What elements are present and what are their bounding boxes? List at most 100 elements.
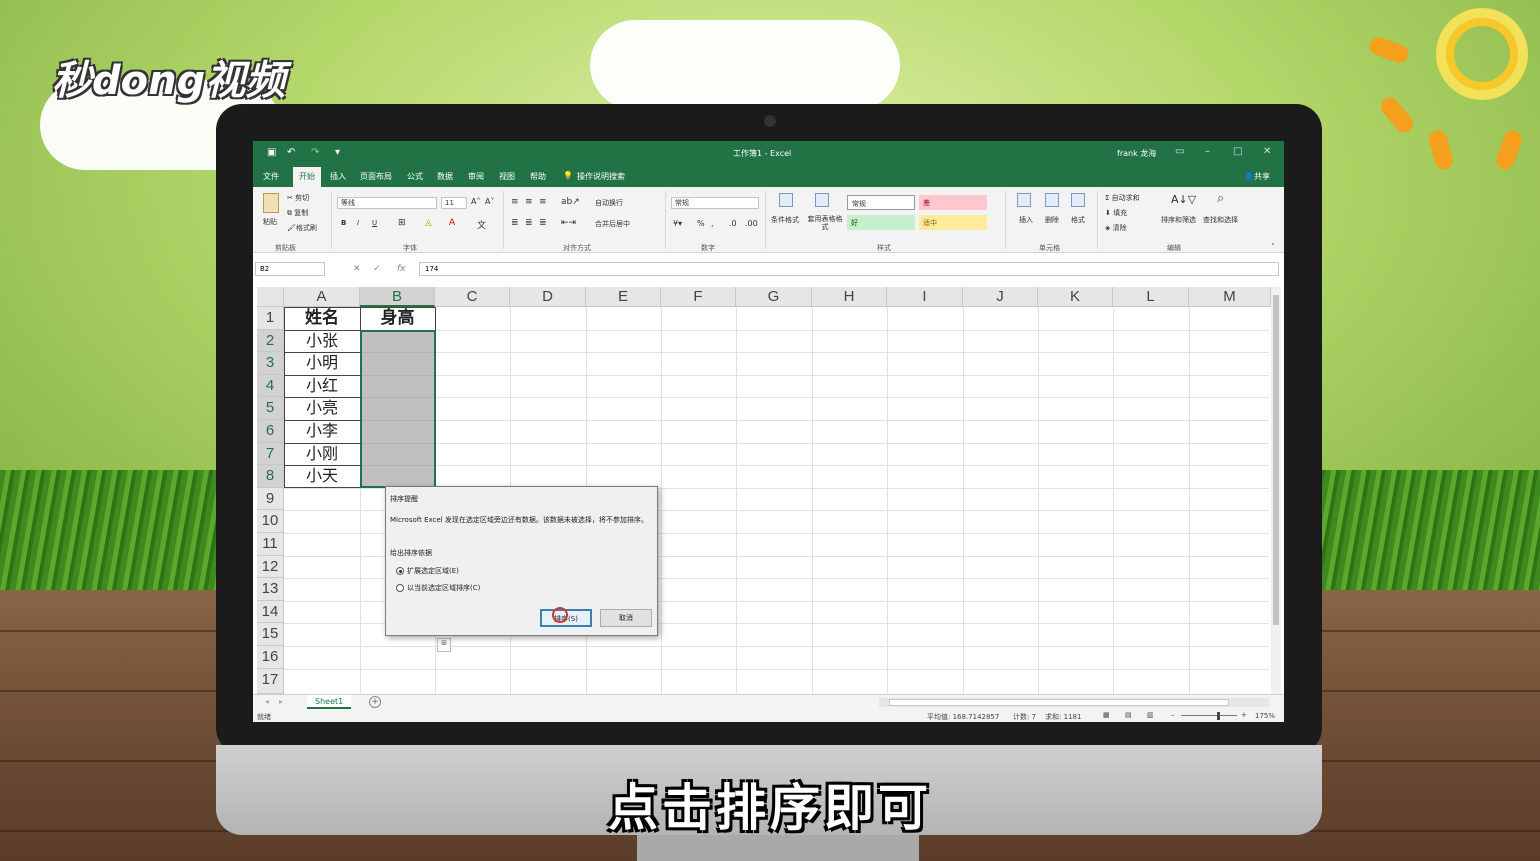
row-header[interactable]: 6 — [257, 420, 284, 443]
row-header[interactable]: 17 — [257, 668, 284, 694]
column-header[interactable]: K — [1038, 287, 1113, 307]
paste-button[interactable]: 粘贴 — [263, 217, 277, 227]
tab-formulas[interactable]: 公式 — [407, 171, 423, 182]
zoom-slider-thumb[interactable] — [1217, 712, 1220, 720]
format-as-table-button[interactable]: 套用表格格式 — [805, 215, 845, 231]
tab-page-layout[interactable]: 页面布局 — [360, 171, 392, 182]
phonetic-icon[interactable]: 文 — [477, 218, 486, 231]
table-cell-name[interactable]: 小张 — [284, 330, 360, 352]
row-header[interactable]: 7 — [257, 442, 284, 466]
close-icon[interactable]: ✕ — [1263, 146, 1271, 157]
name-box[interactable]: B2 — [255, 262, 325, 276]
copy-button[interactable]: ⧉ 复制 — [287, 208, 308, 218]
select-all-corner[interactable] — [257, 287, 284, 307]
column-header[interactable]: E — [586, 287, 661, 307]
cut-button[interactable]: ✂ 剪切 — [287, 193, 309, 203]
insert-function-icon[interactable]: fx — [397, 264, 406, 274]
insert-cells-button[interactable]: 插入 — [1019, 215, 1033, 225]
comma-icon[interactable]: , — [711, 219, 714, 228]
table-cell-name[interactable]: 小刚 — [284, 443, 360, 465]
row-header[interactable]: 8 — [257, 465, 284, 488]
align-top-icon[interactable]: ≡ — [511, 197, 519, 207]
percent-icon[interactable]: % — [697, 219, 705, 228]
row-header[interactable]: 12 — [257, 555, 284, 579]
indent-icon[interactable]: ⇤⇥ — [561, 218, 576, 228]
wrap-text-button[interactable]: 自动换行 — [595, 198, 623, 208]
zoom-level[interactable]: 175% — [1255, 712, 1275, 720]
share-button[interactable]: 👤共享 — [1244, 171, 1270, 182]
redo-icon[interactable]: ↷ — [311, 147, 319, 158]
conditional-format-button[interactable]: 条件格式 — [771, 215, 799, 225]
tab-review[interactable]: 审阅 — [468, 171, 484, 182]
align-center-icon[interactable]: ≣ — [525, 218, 533, 228]
align-bottom-icon[interactable]: ≡ — [539, 197, 547, 207]
autosum-button[interactable]: Σ 自动求和 — [1105, 193, 1140, 203]
table-cell-name[interactable]: 小亮 — [284, 397, 360, 419]
table-cell-name[interactable]: 小明 — [284, 352, 360, 374]
increase-decimal-icon[interactable]: .0 — [729, 219, 737, 228]
clear-button[interactable]: ◈ 清除 — [1105, 223, 1127, 233]
table-cell-name[interactable]: 小天 — [284, 465, 360, 487]
sheet-prev-icon[interactable]: ◂ — [265, 697, 269, 706]
fill-color-icon[interactable]: ◬ — [425, 218, 432, 228]
delete-cells-button[interactable]: 删除 — [1045, 215, 1059, 225]
customize-qat-icon[interactable]: ▾ — [335, 147, 340, 158]
number-format-select[interactable]: 常规 — [671, 197, 759, 209]
option-current-selection[interactable]: 以当前选定区域排序(C) — [396, 583, 480, 593]
table-cell-name[interactable]: 小李 — [284, 420, 360, 442]
row-header[interactable]: 13 — [257, 578, 284, 601]
row-header[interactable]: 4 — [257, 374, 284, 398]
column-header[interactable]: C — [435, 287, 510, 307]
page-layout-view-icon[interactable]: ▤ — [1125, 711, 1132, 719]
horizontal-scroll-thumb[interactable] — [889, 699, 1229, 706]
row-header[interactable]: 3 — [257, 352, 284, 375]
normal-view-icon[interactable]: ▦ — [1103, 711, 1110, 719]
column-header[interactable]: D — [510, 287, 586, 307]
style-good[interactable]: 好 — [847, 215, 915, 230]
formula-input[interactable]: 174 — [419, 262, 1279, 276]
selected-range[interactable] — [360, 329, 436, 488]
zoom-in-icon[interactable]: + — [1241, 711, 1247, 719]
column-header[interactable]: G — [736, 287, 812, 307]
quick-analysis-icon[interactable]: ⊞ — [437, 638, 451, 652]
paste-icon[interactable] — [263, 193, 279, 213]
enter-entry-icon[interactable]: ✓ — [373, 264, 381, 274]
column-header[interactable]: H — [812, 287, 887, 307]
worksheet-grid[interactable]: A B C D E F G H I J K L M 1 2 3 4 5 6 7 … — [253, 287, 1284, 694]
row-header[interactable]: 1 — [257, 307, 284, 330]
tab-help[interactable]: 帮助 — [530, 171, 546, 182]
vertical-scroll-thumb[interactable] — [1273, 295, 1279, 625]
column-header[interactable]: B — [360, 287, 435, 307]
row-header[interactable]: 10 — [257, 510, 284, 533]
cancel-entry-icon[interactable]: ✕ — [353, 264, 361, 274]
page-break-view-icon[interactable]: ▥ — [1147, 711, 1154, 719]
align-middle-icon[interactable]: ≡ — [525, 197, 533, 207]
row-header[interactable]: 15 — [257, 623, 284, 646]
sort-filter-button[interactable]: 排序和筛选 — [1161, 215, 1196, 225]
user-name[interactable]: frank 龙海 — [1117, 148, 1156, 159]
grow-font-icon[interactable]: A˄ — [471, 197, 480, 206]
font-name-select[interactable]: 等线 — [337, 197, 437, 209]
tab-file[interactable]: 文件 — [263, 171, 279, 182]
maximize-icon[interactable]: □ — [1233, 146, 1242, 157]
format-cells-button[interactable]: 格式 — [1071, 215, 1085, 225]
format-painter-button[interactable]: 🖌格式刷 — [287, 223, 317, 233]
row-header[interactable]: 14 — [257, 600, 284, 624]
font-color-icon[interactable]: A — [449, 218, 455, 228]
align-right-icon[interactable]: ≣ — [539, 218, 547, 228]
decrease-decimal-icon[interactable]: .00 — [745, 219, 758, 228]
style-bad[interactable]: 差 — [919, 195, 987, 210]
style-normal[interactable]: 常规 — [847, 195, 915, 210]
minimize-icon[interactable]: – — [1205, 146, 1210, 157]
sheet-next-icon[interactable]: ▸ — [279, 697, 283, 706]
tell-me-search[interactable]: 操作说明搜索 — [577, 171, 625, 182]
option-expand-selection[interactable]: 扩展选定区域(E) — [396, 566, 459, 576]
column-header[interactable]: L — [1113, 287, 1189, 307]
borders-icon[interactable]: ⊞ — [398, 218, 406, 228]
column-header[interactable]: M — [1189, 287, 1271, 307]
tab-home[interactable]: 开始 — [293, 167, 321, 187]
row-header[interactable]: 16 — [257, 646, 284, 669]
row-header[interactable]: 2 — [257, 329, 284, 353]
underline-icon[interactable]: U — [372, 219, 377, 227]
bold-icon[interactable]: B — [341, 219, 346, 227]
